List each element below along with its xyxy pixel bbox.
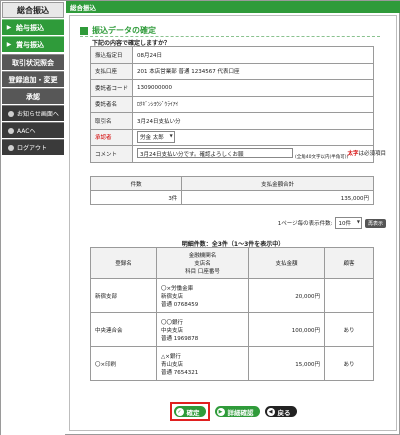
chevron-right-icon: ▶ <box>6 41 12 48</box>
nav-oshirase[interactable]: お知らせ画面へ <box>2 105 64 121</box>
nav-toroku-tsuika[interactable]: 登録追加・変更 <box>2 71 64 87</box>
total-amount: 135,000円 <box>181 190 374 205</box>
detail-row: 振込指定日 08月24日 <box>90 46 374 64</box>
chevron-right-icon: ▶ <box>6 24 12 31</box>
table-row: 新宿支部 〇×労働金庫 新宿支店 普通 0768459 20,000円 <box>90 278 374 313</box>
comment-label: コメント <box>90 145 133 163</box>
redisplay-button[interactable]: 再表示 <box>364 218 386 228</box>
table-row: 〇×印刷 △×銀行 青山支店 普通 7654321 15,000円 あり <box>90 346 374 381</box>
nav-shoyo-furikomi[interactable]: ▶ 賞与振込 <box>2 36 64 52</box>
action-bar: ✓ 確定 ▶ 詳細確認 ◀ 戻る <box>70 402 396 421</box>
back-button[interactable]: ◀ 戻る <box>264 406 297 417</box>
nav-sogo-furikomi[interactable]: 総合振込 <box>2 2 64 18</box>
detail-row: 委託者名 ﾛｸｷﾞﾝｼﾖｳｼﾞｳﾗｲｱｲ <box>90 95 374 113</box>
required-note: 太字は必須項目 <box>347 151 386 157</box>
confirm-highlight: ✓ 確定 <box>169 402 210 421</box>
page-title: 振込データの確定 <box>80 25 380 37</box>
nav-shonin[interactable]: 承認 <box>2 88 64 104</box>
nav-logout[interactable]: ログアウト <box>2 139 64 155</box>
bullet-icon <box>8 127 14 134</box>
detail-check-button[interactable]: ▶ 詳細確認 <box>214 406 260 417</box>
nav-kyuyo-furikomi[interactable]: ▶ 給与振込 <box>2 19 64 35</box>
main-area: 総合振込 振込データの確定 下記の内容で確定しますか？ 振込指定日 08月24日 … <box>66 1 400 435</box>
detail-row: 取引名 3月24日支払い分 <box>90 112 374 130</box>
table-row: 中央連合会 〇〇銀行 中央支店 普通 1969878 100,000円 あり <box>90 312 374 347</box>
comment-input[interactable]: 3月24日支払い分です。確認よろしくお願 <box>137 147 293 158</box>
comment-row: コメント 3月24日支払い分です。確認よろしくお願 (全角40文字以内(半角可)) <box>90 145 374 163</box>
arrow-right-icon: ▶ <box>216 407 225 416</box>
total-count: 3件 <box>89 190 183 205</box>
content-panel: 振込データの確定 下記の内容で確定しますか？ 振込指定日 08月24日 支払口座 2… <box>69 15 397 431</box>
nav-torihiki-jokyo[interactable]: 取引状況照会 <box>2 54 64 70</box>
comment-note: (全角40文字以内(半角可)) <box>295 154 349 160</box>
transfer-list-table: 登録名 金融機関名 支店名 科目 口座番号 支払金額 顧客 新宿支部 〇×労働金庫新… <box>90 247 374 381</box>
pager: 1ページ毎の表示件数: 10件 再表示 <box>278 217 386 229</box>
bullet-icon <box>8 110 14 117</box>
confirm-button[interactable]: ✓ 確定 <box>173 406 206 417</box>
detail-row: 委託者コード 1309000000 <box>90 79 374 97</box>
approver-row: 承認者 労金 太郎 <box>90 128 374 146</box>
detail-row: 支払口座 201 本店営業部 普通 1234567 代表口座 <box>90 62 374 80</box>
detail-table: 振込指定日 08月24日 支払口座 201 本店営業部 普通 1234567 代表口… <box>90 46 374 163</box>
square-icon <box>80 26 88 35</box>
tab-header: 総合振込 <box>66 1 400 13</box>
check-icon: ✓ <box>175 407 184 416</box>
sidebar: 総合振込 ▶ 給与振込 ▶ 賞与振込 取引状況照会 登録追加・変更 承認 お知らせ画… <box>1 1 65 435</box>
approver-label: 承認者 <box>90 128 133 146</box>
title-divider <box>80 36 380 37</box>
nav-aac[interactable]: AACへ <box>2 122 64 138</box>
arrow-left-icon: ◀ <box>266 407 275 416</box>
approver-select[interactable]: 労金 太郎 <box>137 131 175 144</box>
bullet-icon <box>8 144 14 151</box>
page-size-select[interactable]: 10件 <box>335 217 362 229</box>
summary-table: 件数 支払金額合計 3件 135,000円 <box>89 176 374 205</box>
